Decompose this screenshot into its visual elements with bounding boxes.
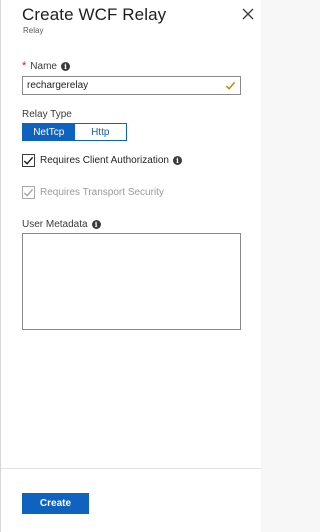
relay-type-option-http[interactable]: Http — [74, 124, 126, 140]
client-auth-label[interactable]: Requires Client Authorization — [40, 155, 169, 166]
user-metadata-label-row: User Metadata i — [22, 217, 101, 231]
required-asterisk: * — [22, 60, 27, 72]
footer-divider — [1, 468, 262, 469]
relay-type-label-row: Relay Type — [22, 107, 72, 121]
name-input-value[interactable]: rechargerelay — [27, 80, 225, 91]
name-input[interactable]: rechargerelay — [22, 76, 241, 95]
checkmark-icon — [23, 188, 34, 197]
info-icon[interactable]: i — [91, 219, 101, 229]
blade-header: Create WCF Relay Relay — [1, 0, 262, 40]
relay-type-option-nettcp[interactable]: NetTcp — [23, 124, 75, 140]
relay-type-label: Relay Type — [22, 108, 72, 120]
create-wcf-relay-blade: Create WCF Relay Relay * Name i recharge… — [0, 0, 262, 532]
check-icon — [225, 81, 236, 90]
relay-type-toggle: NetTcp Http — [22, 123, 127, 141]
name-label-row: * Name i — [22, 59, 70, 73]
client-auth-row: Requires Client Authorization i — [22, 153, 182, 167]
user-metadata-label: User Metadata — [22, 218, 88, 230]
blade-title: Create WCF Relay — [22, 5, 167, 24]
transport-security-checkbox — [22, 185, 35, 199]
info-icon[interactable]: i — [172, 155, 182, 165]
info-icon[interactable]: i — [60, 61, 70, 71]
transport-security-label: Requires Transport Security — [40, 186, 164, 198]
transport-security-row: Requires Transport Security — [22, 185, 164, 199]
blade-subtitle: Relay — [23, 26, 44, 35]
client-auth-checkbox[interactable] — [22, 153, 35, 167]
close-icon — [242, 8, 254, 20]
close-button[interactable] — [240, 6, 256, 22]
create-button[interactable]: Create — [22, 493, 89, 514]
name-label: Name — [30, 60, 57, 72]
user-metadata-textarea[interactable] — [22, 233, 241, 330]
checkmark-icon — [23, 156, 34, 165]
